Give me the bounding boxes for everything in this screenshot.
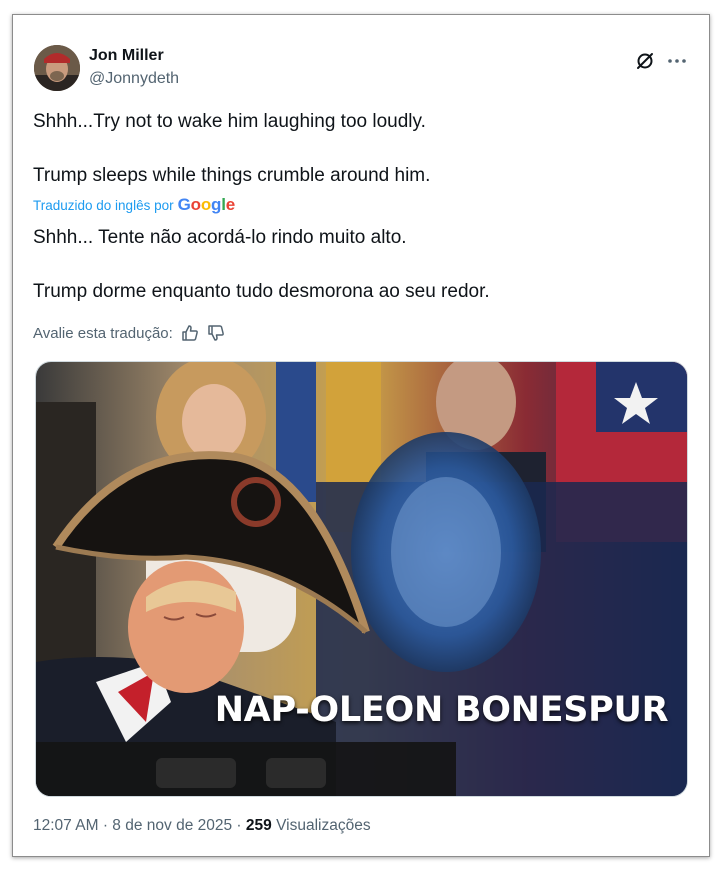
rate-translation-row: Avalie esta tradução: (33, 324, 225, 342)
avatar[interactable] (34, 45, 80, 91)
meta-separator-2: · (236, 817, 242, 834)
views-count: 259 (245, 817, 272, 834)
tweet-time[interactable]: 12:07 AM (33, 817, 99, 834)
original-text-line-2: Trump sleeps while things crumble around… (33, 165, 431, 186)
translated-text-line-2: Trump dorme enquanto tudo desmorona ao s… (33, 281, 490, 302)
google-logo: Google (177, 195, 236, 214)
thumbs-down-icon[interactable] (207, 324, 225, 342)
original-text-line-1: Shhh...Try not to wake him laughing too … (33, 111, 426, 132)
rate-translation-label: Avalie esta tradução: (33, 324, 173, 342)
translated-by-label[interactable]: Traduzido do inglês por Google (33, 195, 235, 215)
views-label: Visualizações (276, 817, 371, 834)
tweet-meta: 12:07 AM · 8 de nov de 2025 · 259 Visual… (33, 817, 371, 835)
tweet-image[interactable]: NAP-OLEON BONESPUR (35, 361, 688, 797)
meme-caption: NAP-OLEON BONESPUR (214, 690, 669, 730)
thumbs-up-icon[interactable] (181, 324, 199, 342)
tweet-date[interactable]: 8 de nov de 2025 (112, 817, 232, 834)
grok-icon[interactable] (633, 49, 657, 73)
author-name[interactable]: Jon Miller (89, 47, 164, 65)
translated-text-line-1: Shhh... Tente não acordá-lo rindo muito … (33, 227, 407, 248)
author-handle[interactable]: @Jonnydeth (89, 70, 179, 88)
meta-separator-1: · (102, 817, 108, 834)
more-options-icon[interactable] (665, 49, 689, 73)
tweet-card: Jon Miller @Jonnydeth Shhh...Try not to … (12, 14, 710, 857)
translated-by-text: Traduzido do inglês por (33, 197, 174, 213)
meme-photo (36, 362, 687, 796)
